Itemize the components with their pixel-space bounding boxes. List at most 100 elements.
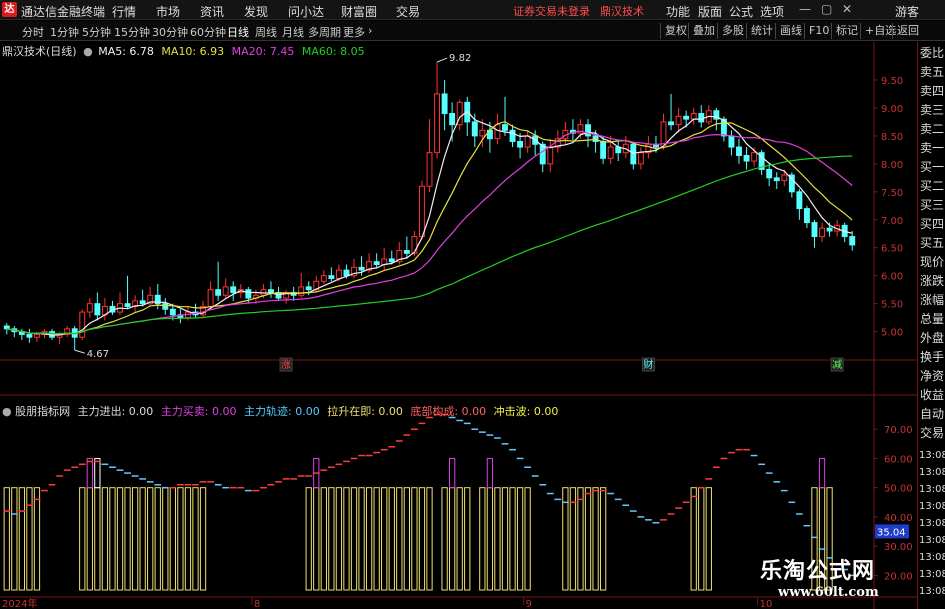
candle-down xyxy=(358,266,365,271)
indicator-settings-icon[interactable]: ● xyxy=(2,405,12,418)
multi-stock-button[interactable]: 多股 xyxy=(717,23,744,39)
indicator-marker-bar xyxy=(486,457,494,489)
quote-label: 卖一 xyxy=(920,141,945,155)
indicator-column xyxy=(343,487,350,591)
candle-up xyxy=(298,286,305,296)
candle-up xyxy=(222,286,229,296)
maximize-icon[interactable]: ▢ xyxy=(821,2,832,16)
candle-down xyxy=(773,177,780,182)
tab-fenshi[interactable]: 分时 xyxy=(22,24,44,40)
indicator-column xyxy=(131,487,139,591)
indicator-column xyxy=(486,487,494,591)
tab-monthly[interactable]: 月线 xyxy=(282,24,304,40)
candle-up xyxy=(607,146,614,159)
quote-label[interactable]: 交易 xyxy=(920,424,945,442)
settings-circle-icon[interactable]: ● xyxy=(83,45,93,58)
quote-label: 买一 xyxy=(920,160,945,174)
candle-down xyxy=(94,303,101,316)
indicator-marker-bar xyxy=(449,457,456,489)
candle-down xyxy=(668,121,675,126)
tab-more[interactable]: 更多 xyxy=(343,24,365,40)
zlgj-label: 主力轨迹: 0.00 xyxy=(244,405,320,418)
candle-down xyxy=(441,93,448,115)
restore-right-button[interactable]: 复权 xyxy=(660,23,687,39)
tab-30min[interactable]: 30分钟 xyxy=(152,24,188,40)
indicator-column xyxy=(479,487,486,591)
trade-time: 13:08 xyxy=(919,467,945,478)
tab-5min[interactable]: 5分钟 xyxy=(82,24,111,40)
menu-gongshi[interactable]: 公式 xyxy=(729,3,753,20)
indicator-layer xyxy=(3,413,856,591)
tab-1min[interactable]: 1分钟 xyxy=(50,24,79,40)
indicator-column xyxy=(3,487,10,591)
candle-up xyxy=(675,115,682,126)
indicator-tick-label: 50.00 xyxy=(884,484,913,495)
add-watchlist-button[interactable]: +自选 xyxy=(860,23,896,39)
candle-down xyxy=(403,250,410,254)
tab-weekly[interactable]: 周线 xyxy=(255,24,277,40)
kline-chart[interactable]: 9.50 9.00 8.50 8.00 7.50 7.00 6.50 6.00 5.50 5.00… xyxy=(0,42,917,609)
app-logo-icon: 达 xyxy=(2,2,17,17)
candle-down xyxy=(124,303,131,307)
indicator-legend: ● 股朋指标网 主力进出: 0.00 主力买卖: 0.00 主力轨迹: 0.00… xyxy=(2,403,558,419)
trade-time: 13:08 xyxy=(919,484,945,495)
candle-down xyxy=(803,208,810,224)
menu-wenxiaoda[interactable]: 问小达 xyxy=(288,3,324,20)
indicator-column xyxy=(18,487,26,591)
trade-time: 13:08 xyxy=(919,518,945,529)
candle-up xyxy=(418,185,425,238)
quote-label: 卖五 xyxy=(920,65,945,79)
indicator-column xyxy=(509,487,516,591)
login-warning[interactable]: 证券交易未登录 xyxy=(513,3,590,19)
quote-label: 净资 xyxy=(920,369,945,383)
indicator-column xyxy=(162,487,169,591)
trade-time: 13:08 xyxy=(919,501,945,512)
f10-button[interactable]: F10 xyxy=(804,23,829,39)
candle-down xyxy=(743,154,750,162)
mark-button[interactable]: 标记 xyxy=(831,23,858,39)
tab-60min[interactable]: 60分钟 xyxy=(190,24,226,40)
indicator-column xyxy=(139,487,146,591)
candle-down xyxy=(585,124,591,137)
candle-down xyxy=(509,129,516,142)
tab-multi-period[interactable]: 多周期 xyxy=(308,24,341,40)
candle-up xyxy=(335,269,342,280)
date-tick-label: 2024年 xyxy=(2,597,37,609)
candle-down xyxy=(849,236,856,246)
menu-xuanxiang[interactable]: 选项 xyxy=(760,3,784,20)
quote-label[interactable]: 自动 xyxy=(920,405,945,423)
price-tick-label: 8.00 xyxy=(881,160,903,171)
back-button[interactable]: 返回 xyxy=(892,23,919,39)
guest-label[interactable]: 游客 xyxy=(895,3,919,20)
tab-15min[interactable]: 15分钟 xyxy=(114,24,150,40)
price-tick-label: 6.50 xyxy=(881,244,903,255)
tab-daily[interactable]: 日线 xyxy=(227,24,249,40)
menu-shichang[interactable]: 市场 xyxy=(156,3,180,20)
overlay-button[interactable]: 叠加 xyxy=(688,23,715,39)
menu-caifuquan[interactable]: 财富圈 xyxy=(341,3,377,20)
statistics-button[interactable]: 统计 xyxy=(746,23,773,39)
chevron-right-icon[interactable]: › xyxy=(368,24,372,37)
indicator-column xyxy=(494,487,501,591)
date-tick-label: 10 xyxy=(760,599,773,609)
indicator-column xyxy=(154,487,161,591)
indicator-column xyxy=(388,487,395,591)
menu-gongneng[interactable]: 功能 xyxy=(666,3,690,20)
close-icon[interactable]: ✕ xyxy=(842,2,852,16)
draw-line-button[interactable]: 画线 xyxy=(775,23,802,39)
indicator-tick-label: 70.00 xyxy=(884,425,913,436)
watermark-title: 乐淘公式网 xyxy=(760,558,876,584)
quote-label: 总量 xyxy=(920,312,945,326)
menu-banmian[interactable]: 版面 xyxy=(698,3,722,20)
indicator-column xyxy=(169,487,176,591)
menu-hangqing[interactable]: 行情 xyxy=(112,3,136,20)
quote-label: 涨幅 xyxy=(920,293,945,307)
menu-faxian[interactable]: 发现 xyxy=(244,3,268,20)
candle-up xyxy=(34,333,40,338)
minimize-icon[interactable]: — xyxy=(799,2,811,16)
menu-jiaoyi[interactable]: 交易 xyxy=(396,3,420,20)
indicator-column xyxy=(599,487,607,591)
menu-zixun[interactable]: 资讯 xyxy=(200,3,224,20)
indicator-tick-label: 60.00 xyxy=(884,454,913,465)
candle-up xyxy=(819,227,825,238)
